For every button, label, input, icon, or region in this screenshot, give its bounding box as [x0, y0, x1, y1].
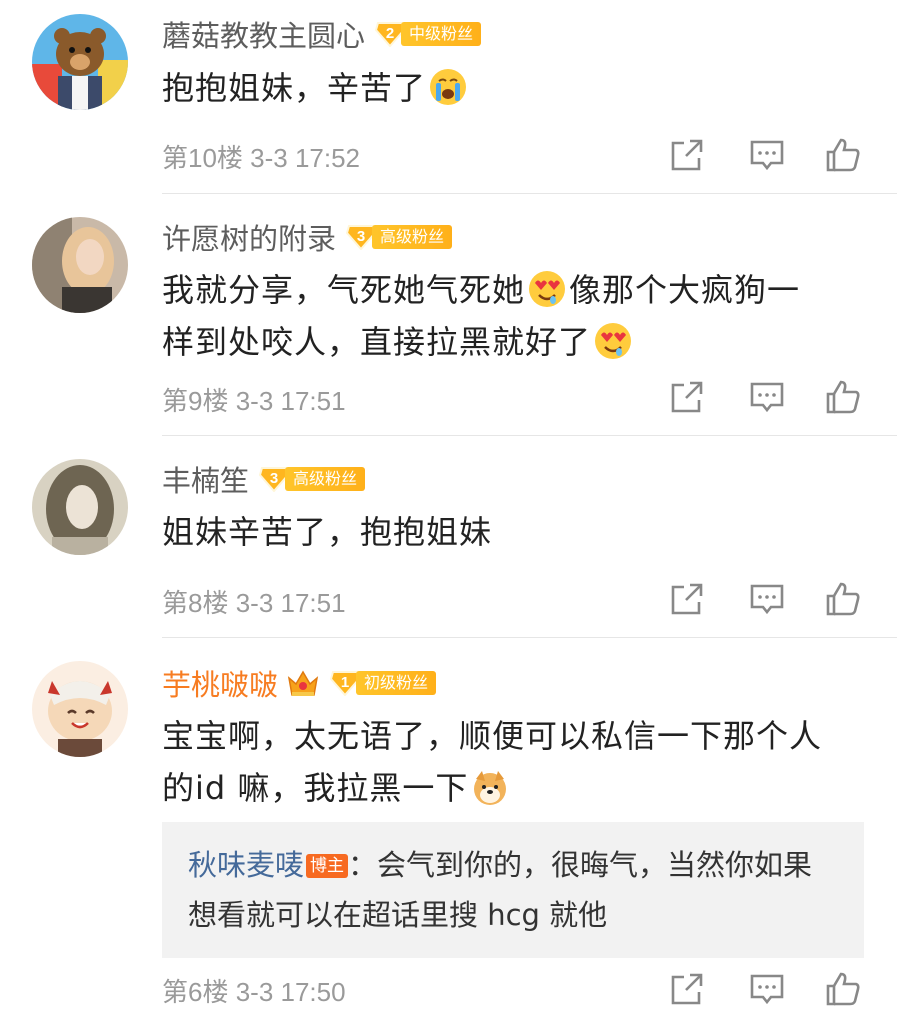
crown-icon[interactable] [286, 666, 320, 700]
comment-text: 宝宝啊，太无语了，顺便可以私信一下那个人 的id 嘛，我拉黑一下 [162, 717, 823, 807]
timestamp: 3-3 17:51 [235, 588, 346, 618]
share-icon[interactable] [668, 580, 706, 618]
like-icon[interactable] [824, 378, 862, 416]
comment-icon[interactable] [748, 136, 786, 174]
author-row: 许愿树的附录 3 高级粉丝 [162, 216, 453, 258]
like-icon[interactable] [824, 970, 862, 1008]
action-bar [668, 136, 868, 176]
floor-number: 第10楼 [162, 143, 243, 173]
fan-badge[interactable]: 3 高级粉丝 [346, 224, 453, 250]
username[interactable]: 丰楠笙 [162, 458, 249, 500]
username[interactable]: 许愿树的附录 [162, 216, 336, 258]
floor-number: 第9楼 [162, 386, 229, 416]
author-row: 蘑菇教教主圆心 2 中级粉丝 [162, 13, 482, 55]
divider [162, 193, 897, 194]
avatar[interactable] [32, 14, 128, 110]
action-bar [668, 378, 868, 418]
comment-icon[interactable] [748, 970, 786, 1008]
reply-author[interactable]: 秋味麦唛 [188, 848, 304, 882]
comment-text: 姐妹辛苦了，抱抱姐妹 [162, 513, 493, 551]
avatar[interactable] [32, 217, 128, 313]
share-icon[interactable] [668, 136, 706, 174]
username[interactable]: 蘑菇教教主圆心 [162, 13, 365, 55]
action-bar [668, 970, 868, 1010]
timestamp: 3-3 17:52 [250, 143, 361, 173]
avatar[interactable] [32, 459, 128, 555]
author-row: 芋桃啵啵 1 初级粉丝 [162, 662, 437, 704]
fan-badge[interactable]: 3 高级粉丝 [259, 466, 366, 492]
crying-emoji [430, 69, 467, 105]
fan-badge[interactable]: 1 初级粉丝 [330, 670, 437, 696]
reply-box[interactable]: 秋味麦唛 博主 ：会气到你的，很晦气，当然你如果想看就可以在超话里搜 hcg 就他 [162, 822, 864, 958]
heart-eyes-emoji [595, 323, 632, 359]
timestamp: 3-3 17:51 [235, 386, 346, 416]
comment-text: 抱抱姐妹，辛苦了 [162, 62, 862, 114]
like-icon[interactable] [824, 580, 862, 618]
comment-meta: 第9楼 3-3 17:51 [162, 381, 346, 418]
timestamp: 3-3 17:50 [235, 977, 346, 1007]
floor-number: 第8楼 [162, 588, 229, 618]
share-icon[interactable] [668, 378, 706, 416]
comment-meta: 第8楼 3-3 17:51 [162, 583, 346, 620]
username[interactable]: 芋桃啵啵 [162, 662, 278, 704]
host-badge: 博主 [306, 854, 349, 878]
floor-number: 第6楼 [162, 977, 229, 1007]
comment-text: 我就分享，气死她气死她 像那个大疯狗一 样到处咬人，直接拉黑就好了 [162, 271, 801, 361]
like-icon[interactable] [824, 136, 862, 174]
divider [162, 637, 897, 638]
share-icon[interactable] [668, 970, 706, 1008]
comment-icon[interactable] [748, 580, 786, 618]
author-row: 丰楠笙 3 高级粉丝 [162, 458, 366, 500]
heart-eyes-emoji [529, 271, 566, 307]
avatar[interactable] [32, 661, 128, 757]
fan-badge[interactable]: 2 中级粉丝 [375, 21, 482, 47]
comment-meta: 第6楼 3-3 17:50 [162, 972, 346, 1009]
dog-emoji [474, 771, 507, 805]
comment-meta: 第10楼 3-3 17:52 [162, 138, 360, 175]
action-bar [668, 580, 868, 620]
comment-icon[interactable] [748, 378, 786, 416]
divider [162, 435, 897, 436]
reply-separator: ： [348, 848, 378, 882]
